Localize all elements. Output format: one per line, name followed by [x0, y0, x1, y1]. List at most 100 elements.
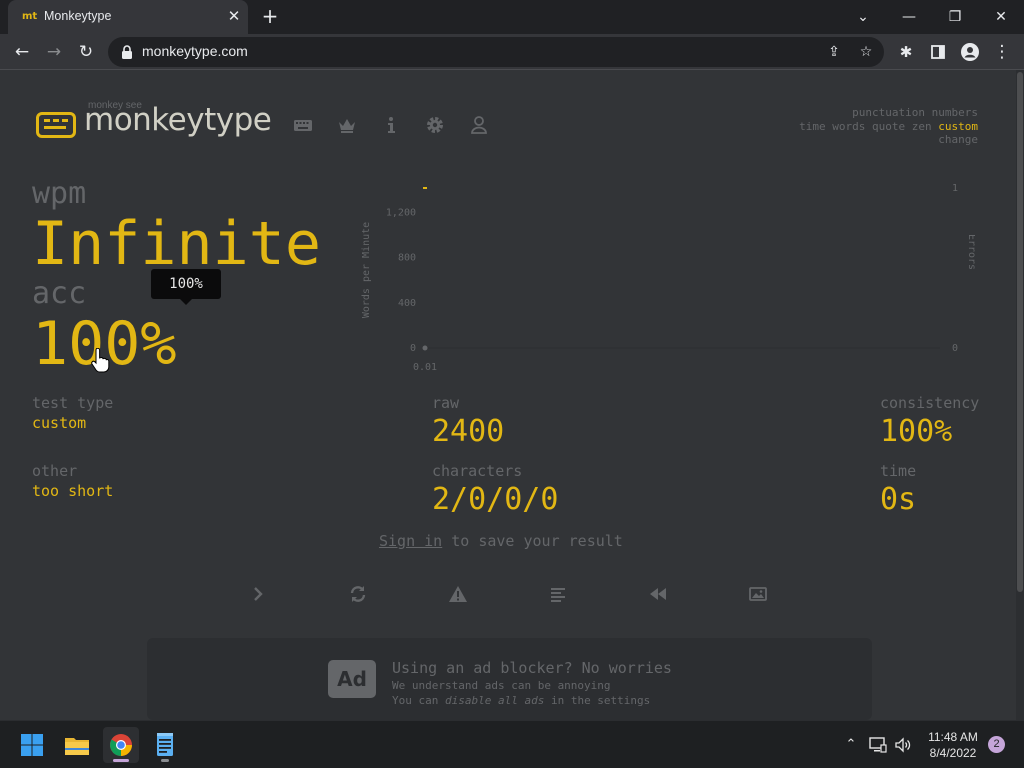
other-value: too short: [32, 482, 114, 500]
bookmark-star-icon[interactable]: ☆: [854, 40, 878, 64]
next-test-icon[interactable]: [247, 583, 269, 605]
test-config: punctuation numbers time words quote zen…: [799, 106, 978, 147]
url-text: monkeytype.com: [142, 43, 248, 59]
accuracy-tooltip: 100%: [151, 269, 221, 305]
words-history-icon[interactable]: [547, 583, 569, 605]
running-app-indicator: [161, 759, 169, 762]
browser-titlebar: mt Monkeytype ✕ + ⌄ — ❐ ✕: [0, 0, 1024, 34]
mode-zen[interactable]: zen: [912, 120, 932, 133]
back-icon[interactable]: ←: [8, 38, 36, 66]
chart-ytick: 800: [398, 253, 416, 264]
logo-text[interactable]: monkeytype: [84, 102, 272, 138]
config-change[interactable]: change: [799, 133, 978, 147]
close-window-button[interactable]: ✕: [986, 4, 1016, 30]
report-icon[interactable]: [447, 583, 469, 605]
clock-time: 11:48 AM: [928, 730, 978, 744]
restore-button[interactable]: ❐: [940, 4, 970, 30]
screenshot-icon[interactable]: [747, 583, 769, 605]
info-icon[interactable]: [380, 114, 402, 136]
windows-taskbar: ⌃ 11:48 AM 8/4/2022 2: [0, 720, 1024, 768]
tab-favicon: mt: [22, 11, 38, 22]
wpm-chart: Words per Minute Errors 1,200 800 400 0 1 0 0.01: [361, 183, 975, 373]
test-type-label: test type: [32, 394, 114, 412]
forward-icon[interactable]: →: [40, 38, 68, 66]
ad-title: Using an ad blocker? No worries: [392, 659, 672, 677]
active-app-indicator: [113, 759, 129, 762]
volume-icon[interactable]: [892, 734, 914, 756]
sign-in-prompt: Sign in to save your result: [379, 532, 623, 550]
ad-notice: Ad Using an ad blocker? No worries We un…: [147, 638, 872, 720]
taskbar-file-explorer[interactable]: [59, 727, 95, 763]
restart-icon[interactable]: [347, 583, 369, 605]
consistency-value[interactable]: 100%: [880, 414, 952, 449]
clock-date: 8/4/2022: [929, 746, 977, 760]
characters-value[interactable]: 2/0/0/0: [432, 482, 558, 517]
profile-icon[interactable]: [956, 38, 984, 66]
taskbar-chrome[interactable]: [103, 727, 139, 763]
address-bar[interactable]: monkeytype.com ⇪ ☆: [108, 37, 884, 67]
scrollbar[interactable]: [1016, 70, 1024, 720]
chart-y2tick: 0: [952, 343, 958, 354]
config-punctuation[interactable]: punctuation: [852, 106, 925, 119]
share-icon[interactable]: ⇪: [822, 40, 846, 64]
extensions-icon[interactable]: ✱: [892, 38, 920, 66]
chart-error-mark: [423, 187, 427, 189]
consistency-label: consistency: [880, 394, 980, 412]
side-panel-icon[interactable]: [924, 38, 952, 66]
mode-time[interactable]: time: [799, 120, 826, 133]
config-row-1: punctuation numbers: [799, 106, 978, 120]
chrome-icon: [110, 734, 132, 756]
mode-quote[interactable]: quote: [872, 120, 905, 133]
tab-title: Monkeytype: [44, 9, 112, 23]
disable-ads-link[interactable]: disable all ads: [445, 694, 544, 707]
mode-custom[interactable]: custom: [938, 120, 978, 133]
keyboard-icon[interactable]: [292, 114, 314, 136]
crown-icon[interactable]: [336, 114, 358, 136]
monkeytype-page: monkey see monkeytype punctuation number…: [0, 70, 1024, 720]
raw-value[interactable]: 2400: [432, 414, 504, 449]
sign-in-link[interactable]: Sign in: [379, 532, 442, 550]
lock-icon: [122, 45, 132, 59]
system-clock[interactable]: 11:48 AM 8/4/2022: [920, 729, 986, 761]
chart-ylabel: Words per Minute: [361, 222, 372, 318]
ad-line-2: You can disable all ads in the settings: [392, 694, 650, 707]
reload-icon[interactable]: ↻: [72, 38, 100, 66]
tray-overflow-chevron-icon[interactable]: ⌃: [840, 734, 862, 756]
notepad-icon: [157, 733, 173, 756]
wpm-label: wpm: [32, 176, 87, 211]
ad-line-2-post: in the settings: [544, 694, 651, 707]
logo-icon[interactable]: [36, 112, 76, 138]
taskbar-notepad[interactable]: [147, 727, 183, 763]
sign-in-text: to save your result: [442, 532, 623, 550]
ad-line-2-pre: You can: [392, 694, 445, 707]
other-label: other: [32, 462, 78, 480]
user-icon[interactable]: [468, 114, 490, 136]
scrollbar-thumb[interactable]: [1017, 72, 1023, 592]
mode-words[interactable]: words: [832, 120, 865, 133]
hand-cursor-icon: [91, 348, 110, 373]
config-row-2: time words quote zen custom: [799, 120, 978, 134]
characters-label: characters: [432, 462, 523, 480]
test-type-value: custom: [32, 414, 87, 432]
browser-toolbar: ← → ↻ monkeytype.com ⇪ ☆ ✱ ⋮: [0, 34, 1024, 70]
network-icon[interactable]: [867, 734, 889, 756]
tab-close-icon[interactable]: ✕: [224, 6, 244, 26]
gear-icon[interactable]: [424, 114, 446, 136]
replay-icon[interactable]: [647, 583, 669, 605]
new-tab-button[interactable]: +: [258, 5, 282, 29]
wpm-value[interactable]: Infinite: [32, 212, 321, 276]
start-button[interactable]: [14, 727, 50, 763]
time-value[interactable]: 0s: [880, 482, 916, 517]
tab-search-icon[interactable]: ⌄: [848, 4, 878, 30]
notification-badge[interactable]: 2: [988, 736, 1005, 753]
browser-tab[interactable]: mt Monkeytype ✕: [8, 0, 248, 34]
minimize-button[interactable]: —: [894, 4, 924, 30]
ad-badge-icon: Ad: [328, 660, 376, 698]
menu-kebab-icon[interactable]: ⋮: [988, 38, 1016, 66]
chart-y2label: Errors: [966, 234, 975, 270]
acc-label: acc: [32, 276, 87, 311]
windows-logo-icon: [21, 734, 43, 756]
raw-label: raw: [432, 394, 460, 412]
chart-wpm-point: [422, 345, 428, 351]
config-numbers[interactable]: numbers: [932, 106, 978, 119]
